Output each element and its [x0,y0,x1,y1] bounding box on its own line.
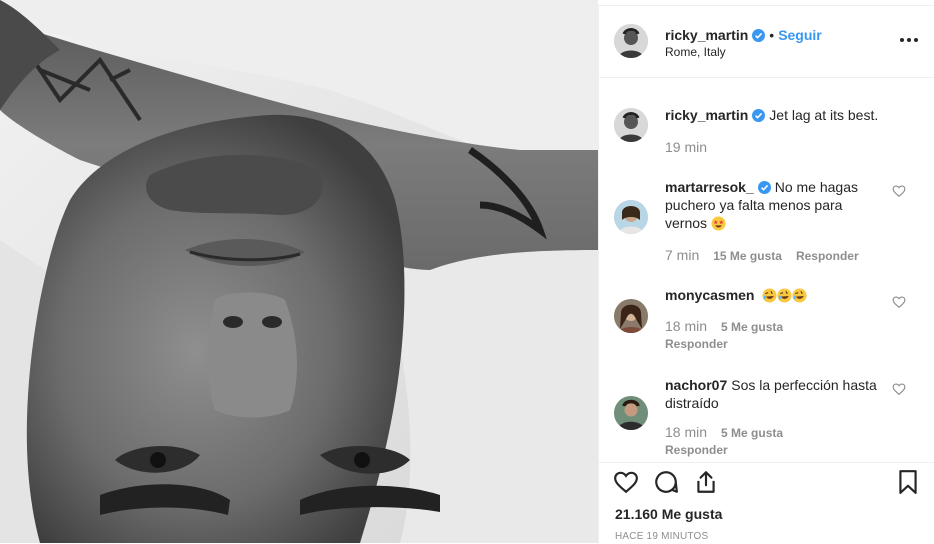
comment-meta: 18 min 5 Me gusta [665,424,797,440]
author-line: ricky_martin • Seguir [665,27,822,43]
post-photo[interactable] [0,0,598,543]
rofl-emoji-icon [762,288,777,303]
upside-down-selfie-image [0,0,598,543]
post-timestamp[interactable]: HACE 19 MINUTOS [615,531,708,542]
author-avatar[interactable] [614,24,648,58]
comment-time[interactable]: 18 min [665,424,707,440]
likes-count[interactable]: 21.160 Me gusta [615,506,722,522]
comment-heart-icon[interactable] [892,184,906,198]
caption-time[interactable]: 19 min [665,139,707,155]
comment-likes[interactable]: 15 Me gusta [713,249,782,263]
comment-text: monycasmen [665,286,883,304]
commenter-username[interactable]: monycasmen [665,287,754,303]
comment-text: martarresok_ No me hagas puchero ya falta… [665,178,883,232]
verified-badge-icon [757,181,771,194]
post-actions: 21.160 Me gusta HACE 19 MINUTOS [599,462,934,544]
comment-icon[interactable] [653,469,679,495]
commenter-username[interactable]: nachor07 [665,377,727,393]
commenter-username[interactable]: martarresok_ [665,179,754,195]
follow-button[interactable]: Seguir [778,27,822,43]
reply-button[interactable]: Responder [796,249,859,263]
comment-text: nachor07 Sos la perfección hasta distraíd… [665,376,883,412]
caption-body: Jet lag at its best. [769,107,879,123]
post-side-panel: ricky_martin • Seguir Rome, Italy ricky_ma… [598,5,934,543]
reply-button[interactable]: Responder [665,337,728,351]
commenter-avatar[interactable] [614,200,648,234]
comment-meta: 7 min 15 Me gusta Responder [665,247,873,263]
comment-heart-icon[interactable] [892,295,906,309]
comment-likes[interactable]: 5 Me gusta [721,320,783,334]
post-header: ricky_martin • Seguir Rome, Italy [599,6,934,78]
rofl-emoji-icon [777,288,792,303]
share-icon[interactable] [693,469,719,495]
comment-time[interactable]: 18 min [665,318,707,334]
commenter-avatar[interactable] [614,396,648,430]
comment-likes[interactable]: 5 Me gusta [721,426,783,440]
verified-badge-icon [752,29,766,42]
caption-author-avatar[interactable] [614,108,648,142]
comment-time[interactable]: 7 min [665,247,699,263]
caption-text: ricky_martin Jet lag at its best. [665,106,905,124]
commenter-avatar[interactable] [614,299,648,333]
author-username[interactable]: ricky_martin [665,27,748,43]
verified-badge-icon [752,109,766,122]
rofl-emoji-icon [792,288,807,303]
comments-list[interactable]: ricky_martin Jet lag at its best. 19 min … [599,78,934,462]
separator-dot: • [769,27,775,43]
caption-meta: 19 min [665,139,721,155]
comment-heart-icon[interactable] [892,382,906,396]
caption-username[interactable]: ricky_martin [665,107,748,123]
heart-icon[interactable] [613,469,639,495]
star-struck-emoji-icon [711,216,726,231]
instagram-post: ricky_martin • Seguir Rome, Italy ricky_ma… [0,0,934,543]
bookmark-icon[interactable] [895,469,921,495]
post-location[interactable]: Rome, Italy [665,45,726,59]
comment-meta: 18 min 5 Me gusta [665,318,797,334]
more-options-icon[interactable] [897,30,921,50]
reply-button[interactable]: Responder [665,443,728,457]
